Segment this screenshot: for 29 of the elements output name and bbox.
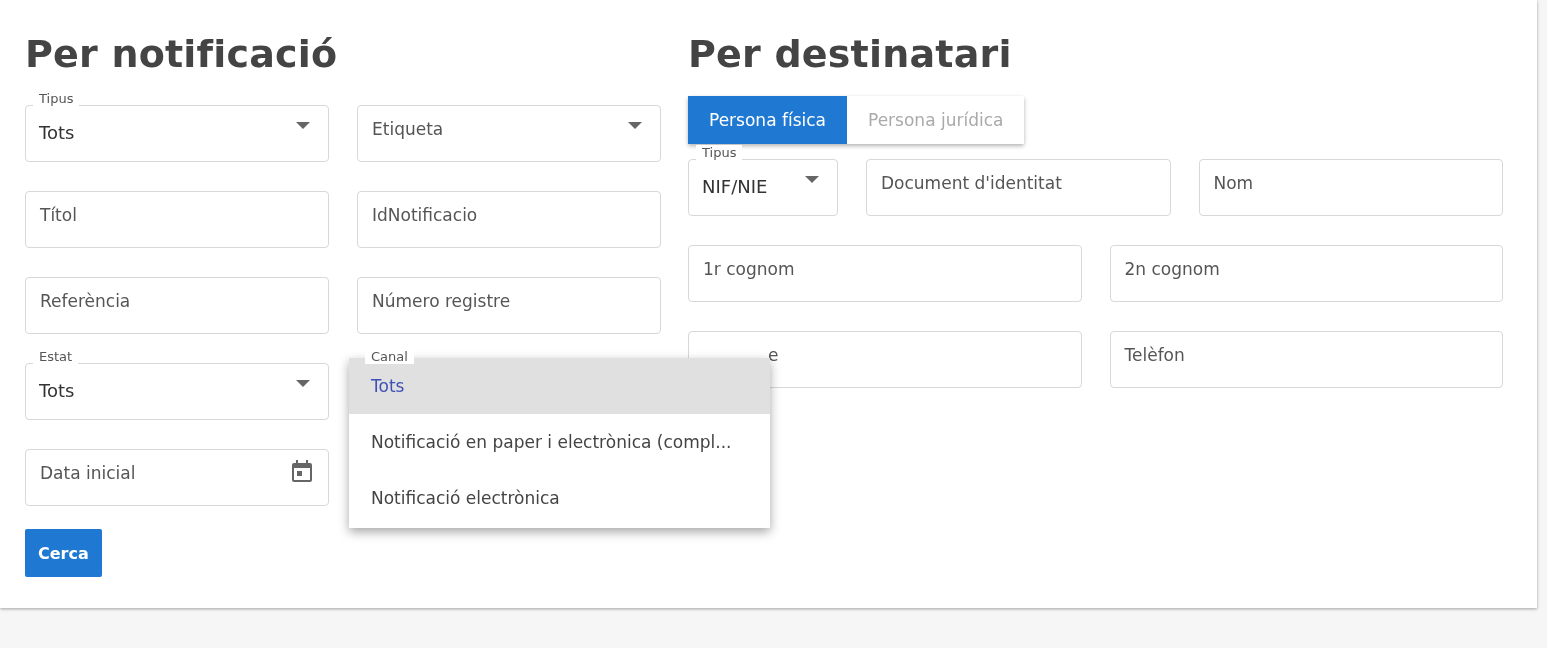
- caret-icon: [805, 176, 819, 183]
- input-field[interactable]: Títol: [25, 191, 329, 248]
- select-field[interactable]: Tots: [25, 363, 329, 420]
- date-field[interactable]: Data inicial: [25, 449, 329, 506]
- calendar-icon: [292, 460, 312, 482]
- field-label: Estat: [33, 349, 79, 364]
- menu-item[interactable]: Notificació en paper i electrònica (compl...: [349, 414, 770, 470]
- caret-icon: [628, 122, 642, 129]
- input-field[interactable]: Telèfon: [1109, 331, 1503, 388]
- select-field[interactable]: NIF/NIE: [688, 159, 838, 216]
- section-title: Per destinatari: [688, 31, 1013, 78]
- search-button[interactable]: Cerca: [25, 529, 102, 577]
- menu-item[interactable]: Notificació electrònica: [349, 470, 770, 526]
- toggle-tab[interactable]: Persona física: [688, 96, 847, 144]
- input-field[interactable]: 2n cognom: [1109, 245, 1503, 302]
- field-label: Canal: [365, 349, 414, 364]
- caret-icon: [296, 122, 310, 129]
- input-field[interactable]: Nom: [1198, 159, 1503, 216]
- select-field[interactable]: Tots: [25, 105, 329, 162]
- input-field[interactable]: 1r cognom: [688, 245, 1082, 302]
- input-field[interactable]: Document d'identitat: [866, 159, 1171, 216]
- input-field[interactable]: IdNotificacio: [357, 191, 661, 248]
- section-title: Per notificació: [25, 31, 339, 78]
- caret-icon: [296, 380, 310, 387]
- input-field[interactable]: Referència: [25, 277, 329, 334]
- field-label: Tipus: [696, 145, 743, 160]
- select-field[interactable]: Etiqueta: [357, 105, 661, 162]
- field-label: Tipus: [33, 91, 80, 106]
- input-field[interactable]: Número registre: [357, 277, 661, 334]
